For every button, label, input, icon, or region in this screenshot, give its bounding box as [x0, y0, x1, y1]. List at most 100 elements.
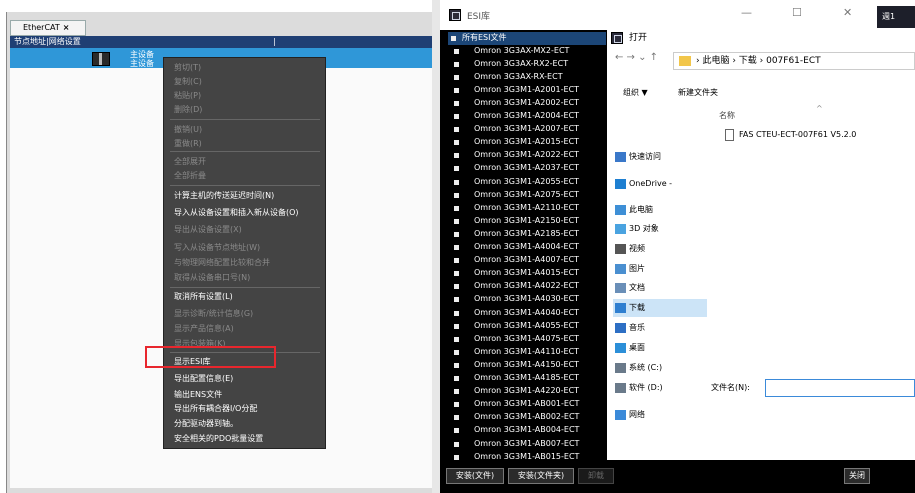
expand-icon[interactable]	[454, 192, 459, 198]
tree-item[interactable]: Omron 3G3M1-A4055-ECT	[448, 320, 606, 333]
menu-item[interactable]: 取消所有设置(L)	[174, 291, 233, 302]
tree-item[interactable]: Omron 3G3M1-A4185-ECT	[448, 372, 606, 385]
menu-item[interactable]: 取得从设备串口号(N)	[174, 272, 250, 283]
expand-icon[interactable]	[454, 441, 459, 447]
sidebar-item[interactable]: 文档	[615, 282, 645, 294]
expand-icon[interactable]	[454, 179, 459, 185]
tree-item[interactable]: Omron 3G3M1-AB002-ECT	[448, 411, 606, 424]
sidebar-item[interactable]: 3D 对象	[615, 223, 659, 235]
tree-item[interactable]: Omron 3G3M1-A4110-ECT	[448, 346, 606, 359]
tree-item[interactable]: Omron 3G3M1-A2075-ECT	[448, 189, 606, 202]
tree-item[interactable]: Omron 3G3M1-A4030-ECT	[448, 293, 606, 306]
tree-item[interactable]: Omron 3G3M1-A2002-ECT	[448, 97, 606, 110]
tree-item[interactable]: Omron 3G3M1-A2007-ECT	[448, 123, 606, 136]
expand-icon[interactable]	[454, 153, 459, 159]
expand-icon[interactable]	[454, 87, 459, 93]
expand-icon[interactable]	[454, 218, 459, 224]
sidebar-item[interactable]: 此电脑	[615, 204, 653, 216]
tree-item[interactable]: Omron 3G3M1-AB004-ECT	[448, 424, 606, 437]
menu-item[interactable]: 重做(R)	[174, 138, 202, 149]
expand-icon[interactable]	[454, 231, 459, 237]
maximize-button[interactable]: ☐	[792, 6, 802, 19]
sidebar-item[interactable]: 网络	[615, 409, 645, 421]
expand-icon[interactable]	[454, 114, 459, 119]
tree-root[interactable]: 所有ESI文件	[448, 32, 606, 45]
tab-ethercat[interactable]: EtherCAT ×	[10, 20, 86, 36]
sidebar-item[interactable]: 视频	[615, 243, 645, 255]
tree-item[interactable]: Omron 3G3M1-A4075-ECT	[448, 333, 606, 346]
close-button[interactable]: 关闭	[844, 468, 870, 484]
nav-buttons[interactable]: ← → ⌄ ↑	[615, 52, 658, 63]
install-file-button[interactable]: 安装(文件)	[446, 468, 504, 484]
expand-icon[interactable]	[454, 297, 459, 303]
collapse-icon[interactable]	[451, 36, 456, 41]
file-item[interactable]: FAS CTEU-ECT-007F61 V5.2.0	[719, 128, 909, 143]
tree-item[interactable]: Omron 3G3AX-RX-ECT	[448, 71, 606, 84]
tree-item[interactable]: Omron 3G3M1-A4022-ECT	[448, 280, 606, 293]
menu-item[interactable]: 导出配置信息(E)	[174, 373, 233, 384]
expand-icon[interactable]	[454, 376, 459, 381]
menu-item[interactable]: 撤销(U)	[174, 124, 202, 135]
menu-item[interactable]: 分配驱动器到轴。	[174, 418, 238, 429]
menu-item[interactable]: 复制(C)	[174, 76, 202, 87]
tree-item[interactable]: Omron 3G3M1-A2037-ECT	[448, 162, 606, 175]
expand-icon[interactable]	[454, 258, 459, 264]
expand-icon[interactable]	[454, 271, 459, 277]
tree-item[interactable]: Omron 3G3AX-RX2-ECT	[448, 58, 606, 71]
menu-item[interactable]: 显示诊断/统计信息(G)	[174, 308, 253, 319]
address-bar[interactable]: › 此电脑 › 下载 › 007F61-ECT	[673, 52, 915, 70]
tree-item[interactable]: Omron 3G3M1-A4007-ECT	[448, 254, 606, 267]
menu-item[interactable]: 计算主机的传送延迟时间(N)	[174, 190, 274, 201]
sidebar-item[interactable]: 桌面	[615, 342, 645, 354]
tree-item[interactable]: Omron 3G3M1-A4040-ECT	[448, 307, 606, 320]
expand-icon[interactable]	[454, 349, 459, 355]
expand-icon[interactable]	[454, 362, 459, 368]
menu-item[interactable]: 安全相关的PDO批量设置	[174, 433, 263, 444]
minimize-button[interactable]: —	[741, 6, 752, 19]
tree-item[interactable]: Omron 3G3M1-A2022-ECT	[448, 149, 606, 162]
uninstall-button[interactable]: 卸载	[578, 468, 614, 484]
sidebar-item[interactable]: 音乐	[615, 322, 645, 334]
expand-icon[interactable]	[454, 74, 459, 80]
sidebar-item[interactable]: OneDrive -	[615, 178, 672, 190]
sidebar-item[interactable]: 图片	[615, 263, 645, 275]
menu-item[interactable]: 写入从设备节点地址(W)	[174, 242, 260, 253]
expand-icon[interactable]	[454, 284, 459, 290]
tree-item[interactable]: Omron 3G3M1-A2055-ECT	[448, 176, 606, 189]
expand-icon[interactable]	[454, 415, 459, 421]
expand-icon[interactable]	[454, 323, 459, 329]
expand-icon[interactable]	[454, 48, 459, 54]
menu-item[interactable]: 删除(D)	[174, 104, 202, 115]
tree-item[interactable]: Omron 3G3M1-A4150-ECT	[448, 359, 606, 372]
menu-item[interactable]: 粘贴(P)	[174, 90, 201, 101]
expand-icon[interactable]	[454, 402, 459, 408]
expand-icon[interactable]	[454, 166, 459, 172]
expand-icon[interactable]	[454, 428, 459, 434]
menu-item[interactable]: 剪切(T)	[174, 62, 201, 73]
menu-item[interactable]: 显示产品信息(A)	[174, 323, 234, 334]
tree-item[interactable]: Omron 3G3M1-A2004-ECT	[448, 110, 606, 123]
sidebar-item[interactable]: 快速访问	[615, 151, 661, 163]
tree-item[interactable]: Omron 3G3M1-AB015-ECT	[448, 451, 606, 464]
tree-item[interactable]: Omron 3G3M1-A2015-ECT	[448, 136, 606, 149]
menu-item[interactable]: 全部折叠	[174, 170, 206, 181]
expand-icon[interactable]	[454, 454, 459, 460]
expand-icon[interactable]	[454, 310, 459, 316]
master-device-icon[interactable]	[92, 52, 110, 66]
expand-icon[interactable]	[454, 61, 459, 67]
sidebar-item[interactable]: 下载	[615, 302, 645, 314]
tree-item[interactable]: Omron 3G3M1-AB007-ECT	[448, 438, 606, 451]
tree-item[interactable]: Omron 3G3M1-A2001-ECT	[448, 84, 606, 97]
organize-button[interactable]: 组织 ▼	[623, 87, 648, 98]
tree-item[interactable]: Omron 3G3M1-A2185-ECT	[448, 228, 606, 241]
menu-item[interactable]: 导出从设备设置(X)	[174, 224, 242, 235]
column-name-header[interactable]: 名称	[719, 110, 735, 121]
install-folder-button[interactable]: 安装(文件夹)	[508, 468, 574, 484]
tree-item[interactable]: Omron 3G3M1-A2150-ECT	[448, 215, 606, 228]
expand-icon[interactable]	[454, 100, 459, 106]
expand-icon[interactable]	[454, 389, 459, 395]
expand-icon[interactable]	[454, 336, 459, 342]
sidebar-item[interactable]: 系统 (C:)	[615, 362, 662, 374]
tab-close-icon[interactable]: ×	[63, 23, 70, 32]
tree-item[interactable]: Omron 3G3M1-A4004-ECT	[448, 241, 606, 254]
